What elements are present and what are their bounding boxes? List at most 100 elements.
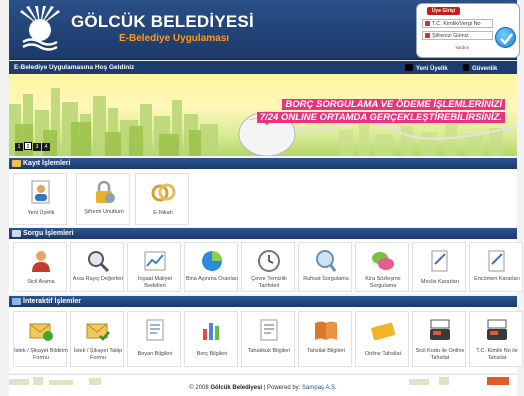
person-icon: [32, 251, 50, 272]
tile-label: Tahsilat Bilgileri: [307, 348, 345, 354]
footer-text: © 2008 Gölcük Belediyesi | Powered by: S…: [9, 385, 517, 391]
tile-label: Kira Sözleşme Sorgulama: [365, 276, 401, 289]
folder-icon: [12, 160, 21, 167]
promo-banner[interactable]: BORÇ SORGULAMA VE ÖDEME İŞLEMLERİNİZİ 7/…: [9, 74, 517, 156]
credit-card-icon: [371, 322, 395, 341]
new-member-link[interactable]: Yeni Üyelik: [405, 64, 448, 72]
security-label: Güvenlik: [472, 66, 498, 72]
vendor-logo[interactable]: [487, 377, 509, 385]
municipality-logo[interactable]: [17, 6, 63, 52]
tile-online-tahsilat[interactable]: Online Tahsilat: [355, 311, 409, 367]
rings-icon: [151, 183, 176, 202]
tile-bina-asinma[interactable]: Bina Aşınma Oranları: [184, 242, 238, 292]
tile-label: Online Tahsilat: [365, 351, 401, 357]
copyright-text: © 2008: [189, 385, 209, 391]
login-submit-button[interactable]: [495, 27, 516, 48]
tile-istek-takip[interactable]: İstek / Şikayet Takip Formu: [70, 311, 124, 367]
help-link[interactable]: Yardım: [455, 45, 469, 50]
id-number-field[interactable]: T.C. Kimlik/Vergi No: [422, 19, 493, 28]
banner-headline-2: 7/24 ONLINE ORTAMDA GERÇEKLEŞTİREBİLİRSİ…: [256, 112, 505, 123]
tile-istek-bildirim[interactable]: İstek / Şikayet Bildirim Formu: [13, 311, 68, 367]
slide-button[interactable]: 2: [24, 142, 32, 150]
badge-search-icon: [316, 250, 337, 272]
chat-bubbles-icon: [372, 252, 394, 270]
section-title: Sorgu İşlemleri: [23, 230, 74, 237]
document-pen-icon: [431, 250, 448, 272]
id-number-placeholder: T.C. Kimlik/Vergi No: [432, 21, 481, 27]
checkmark-icon: [500, 33, 513, 45]
new-user-icon: [31, 180, 50, 204]
footer-skyline-decoration: [9, 377, 449, 385]
banner-headline-1: BORÇ SORGULAMA VE ÖDEME İŞLEMLERİNİZİ: [282, 99, 505, 110]
section-interaktif: İstek / Şikayet Bildirim Formu İstek / Ş…: [9, 307, 523, 373]
tile-cevre-temizlik[interactable]: Çevre Temizlik Tarifeleri: [241, 242, 295, 292]
tile-e-nikah[interactable]: E-Nikah: [135, 173, 189, 225]
tile-tahakkuk[interactable]: Tahakkuk Bilgileri: [241, 311, 295, 367]
tile-forgot-password[interactable]: Şifremi Unuttum: [76, 173, 130, 225]
tile-label: İstek / Şikayet Bildirim Formu: [14, 348, 68, 361]
tile-meclis-kararlari[interactable]: Meclis Kararları: [412, 242, 466, 292]
slide-button[interactable]: 3: [33, 143, 41, 151]
password-field[interactable]: Şifrenizi Giriniz: [422, 31, 493, 40]
tile-ruhsat[interactable]: Ruhsat Sorgulama: [298, 242, 352, 292]
vendor-link[interactable]: Sampaş A.Ş.: [302, 385, 337, 391]
chart-icon: [144, 251, 166, 271]
tile-sicil-online-tahsilat[interactable]: Sicil Kodu ile Online Tahsilat: [412, 311, 466, 367]
tile-label: Borç Bilgileri: [196, 351, 228, 357]
section-header-interaktif: İnteraktif İşlemler: [9, 296, 517, 307]
tile-beyan-bilgileri[interactable]: Beyan Bilgileri: [127, 311, 181, 367]
login-tab[interactable]: Üye Girişi: [427, 7, 460, 15]
section-header-sorgu: Sorgu İşlemleri: [9, 228, 517, 239]
tile-label: Arsa Rayiç Değerleri: [72, 276, 124, 282]
site-title: GÖLCÜK BELEDİYESİ: [71, 12, 254, 31]
tile-arsa-rayic[interactable]: Arsa Rayiç Değerleri: [70, 242, 124, 292]
mail-add-icon: [29, 323, 53, 341]
tile-encumen-kararlari[interactable]: Encümen Kararları: [469, 242, 523, 292]
lock-icon: [463, 64, 469, 71]
section-title: Kayıt İşlemleri: [23, 160, 71, 167]
pie-chart-icon: [202, 251, 222, 271]
search-page-icon: [12, 230, 21, 237]
magnifier-icon: [88, 251, 110, 273]
card-terminal-icon: [487, 319, 507, 340]
tile-sicil-arama[interactable]: Sicil Arama: [13, 242, 67, 292]
password-placeholder: Şifrenizi Giriniz: [432, 33, 469, 39]
slide-button[interactable]: 4: [42, 143, 50, 151]
tile-label: Bina Aşınma Oranları: [185, 276, 239, 282]
tile-borc-bilgileri[interactable]: Borç Bilgileri: [184, 311, 238, 367]
document-list-icon: [260, 319, 278, 341]
tile-label: Şifremi Unuttum: [84, 209, 124, 215]
document-pen-icon: [488, 250, 505, 272]
key-icon: [425, 33, 430, 38]
tile-label: Tahakkuk Bilgileri: [247, 348, 291, 354]
tile-label: Ruhsat Sorgulama: [303, 276, 349, 282]
new-member-label: Yeni Üyelik: [416, 66, 448, 72]
clock-icon: [258, 250, 280, 272]
tile-insaat-maliyet[interactable]: İnşaat Maliyet Bedelleri: [127, 242, 181, 292]
tile-tc-kimlik-tahsilat[interactable]: T.C. Kimlik No ile Tahsilat: [469, 311, 523, 367]
bar-chart-icon: [203, 323, 219, 340]
section-sorgu: Sicil Arama Arsa Rayiç Değerleri İnşaat …: [9, 239, 523, 294]
tile-label: İstek / Şikayet Takip Formu: [73, 348, 123, 361]
powered-by-text: | Powered by:: [263, 385, 301, 391]
tile-tahsilat-bilgileri[interactable]: Tahsilat Bilgileri: [298, 311, 352, 367]
users-icon: [405, 64, 413, 71]
slide-button[interactable]: 1: [15, 143, 23, 151]
card-terminal-icon: [430, 319, 450, 340]
security-link[interactable]: Güvenlik: [463, 64, 497, 72]
tile-label: Çevre Temizlik Tarifeleri: [251, 276, 287, 289]
section-title: İnteraktif İşlemler: [23, 298, 81, 305]
tile-label: Meclis Kararları: [420, 279, 460, 285]
tile-kira-sozlesme[interactable]: Kira Sözleşme Sorgulama: [355, 242, 409, 292]
tile-label: T.C. Kimlik No ile Tahsilat: [476, 348, 518, 361]
section-header-kayit: Kayıt İşlemleri: [9, 158, 517, 169]
tile-label: Encümen Kararları: [474, 276, 520, 282]
section-kayit: Yeni Üyelik Şifremi Unuttum E-Nikah: [9, 169, 517, 227]
tile-label: Sicil Arama: [27, 279, 55, 285]
book-icon: [315, 321, 337, 340]
interactive-icon: [12, 298, 21, 305]
tile-new-user[interactable]: Yeni Üyelik: [13, 173, 67, 225]
mail-check-icon: [86, 323, 110, 341]
site-footer: © 2008 Gölcük Belediyesi | Powered by: S…: [9, 374, 517, 396]
user-icon: [425, 21, 430, 26]
